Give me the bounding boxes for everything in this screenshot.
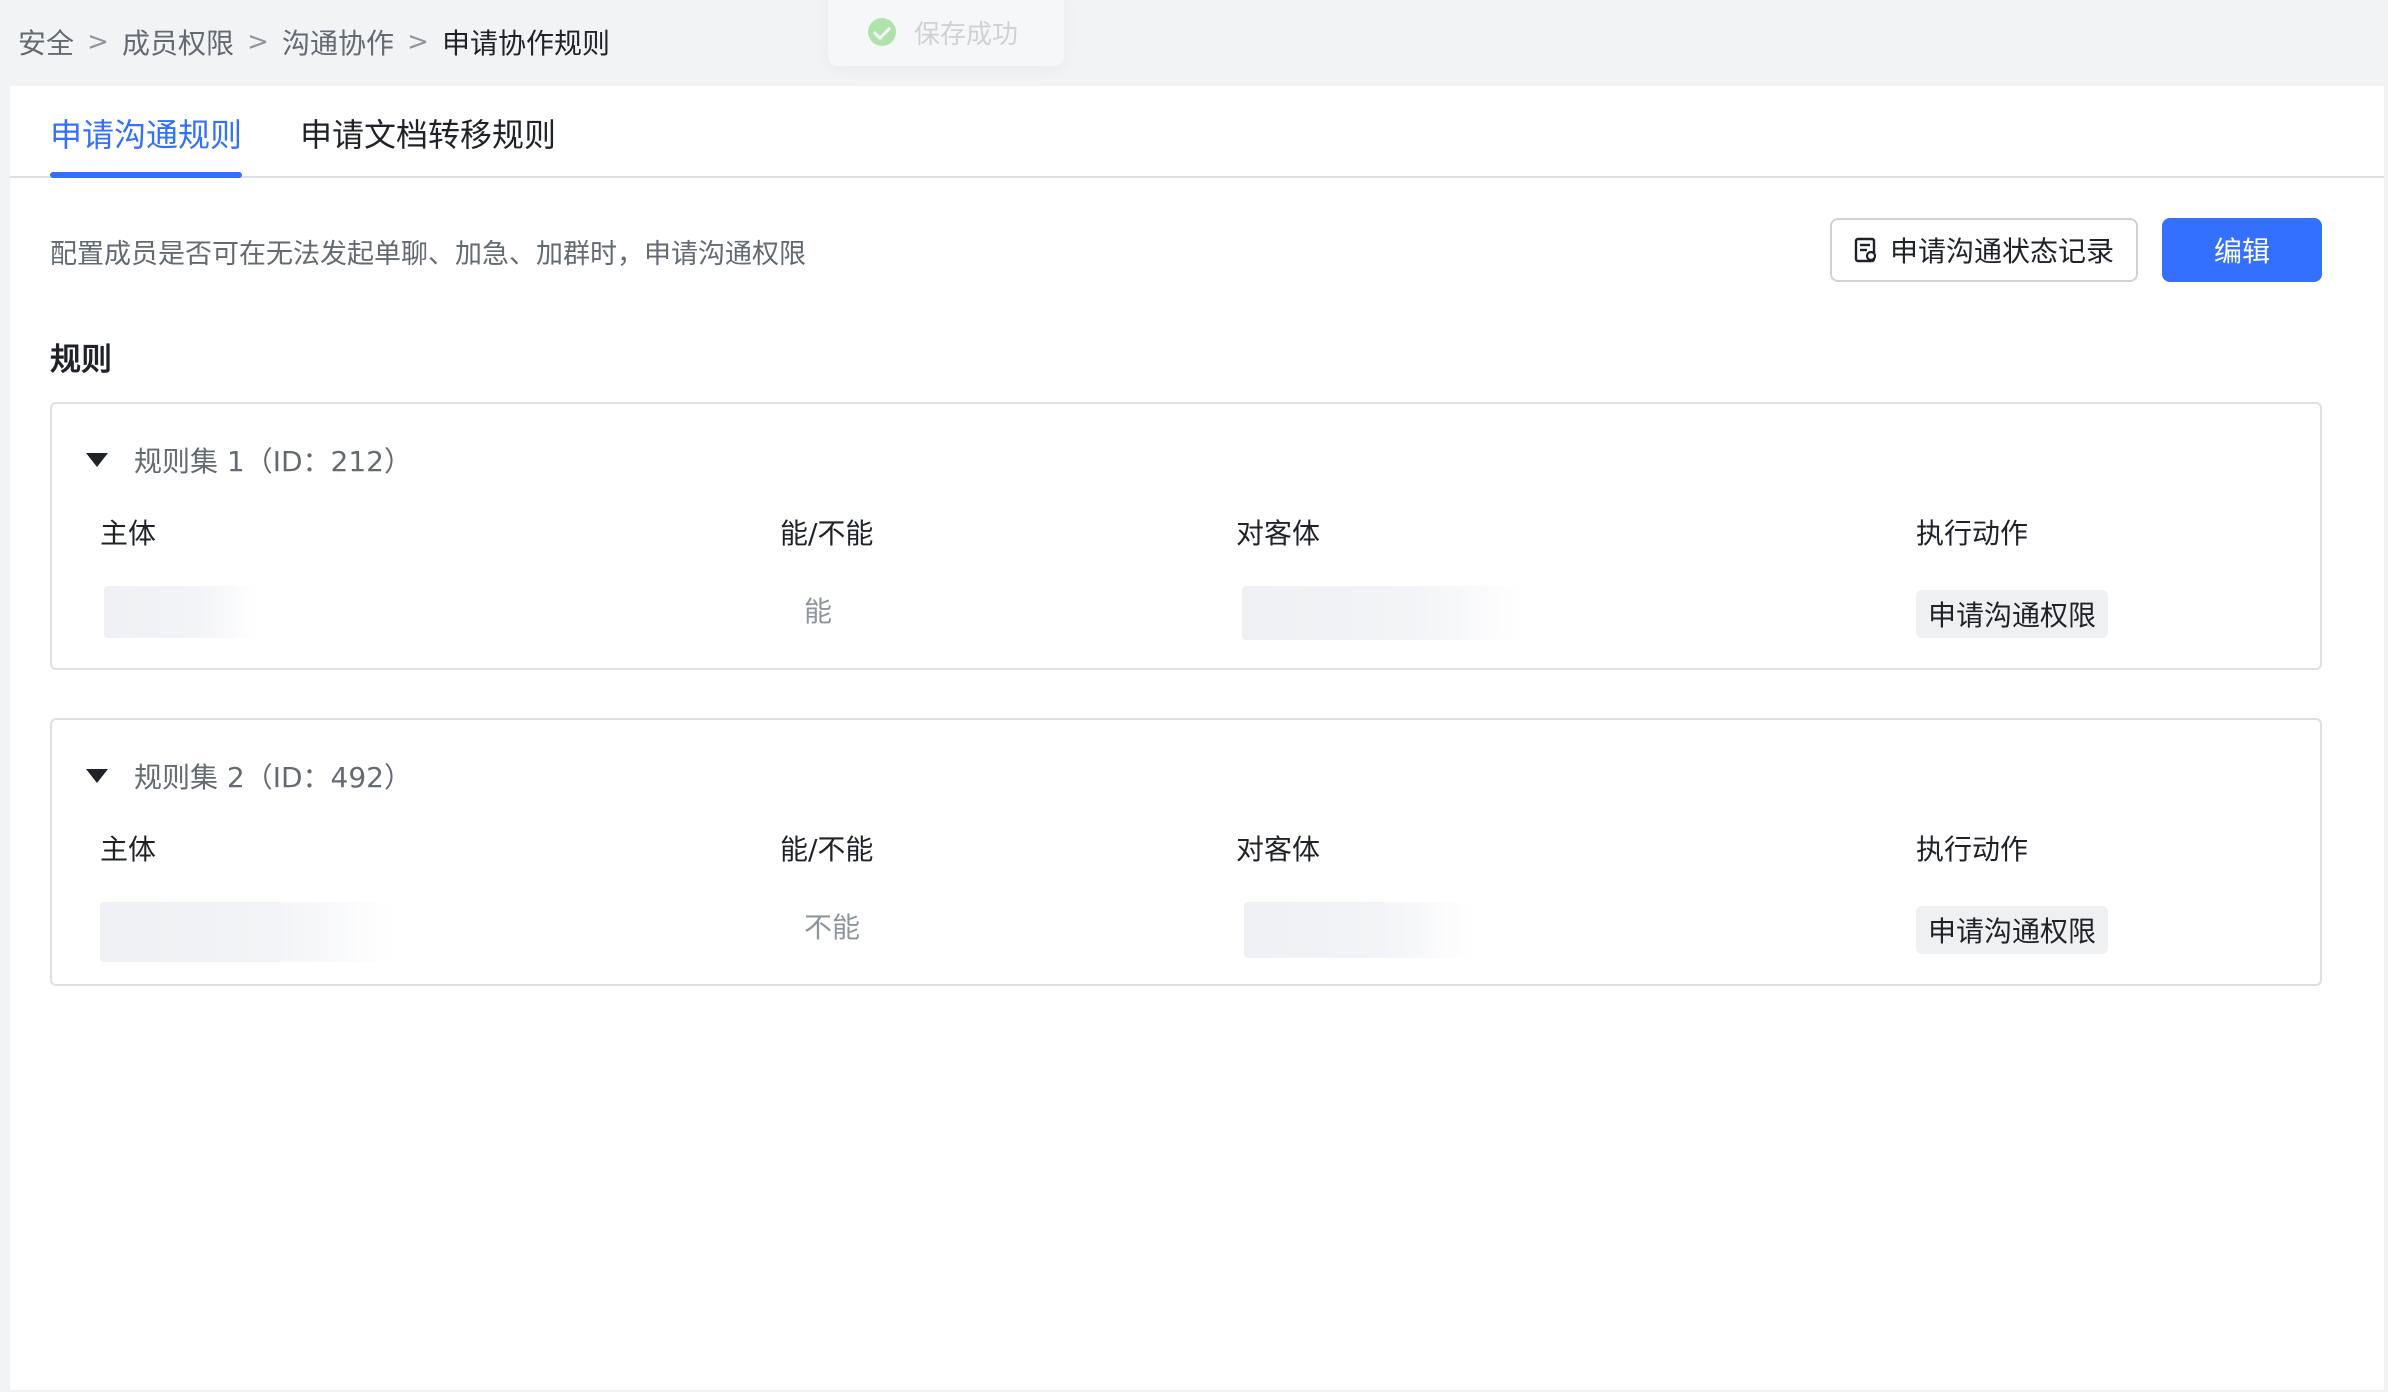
tab-apply-communication-rules[interactable]: 申请沟通规则	[50, 110, 242, 156]
success-toast: 保存成功	[828, 0, 1064, 66]
edit-button[interactable]: 编辑	[2162, 218, 2322, 282]
caret-down-icon	[86, 453, 108, 467]
can-value: 不能	[804, 911, 861, 944]
main-panel: 申请沟通规则 申请文档转移规则 配置成员是否可在无法发起单聊、加急、加群时，申请…	[10, 86, 2384, 1390]
breadcrumb-item-member-permissions[interactable]: 成员权限	[122, 22, 234, 62]
column-action: 执行动作	[1916, 833, 2029, 866]
column-object: 对客体	[1236, 517, 1321, 550]
page-description: 配置成员是否可在无法发起单聊、加急、加群时，申请沟通权限	[50, 239, 806, 270]
column-object: 对客体	[1236, 833, 1321, 866]
breadcrumb: 安全 > 成员权限 > 沟通协作 > 申请协作规则	[18, 22, 610, 62]
column-can-cannot: 能/不能	[780, 517, 874, 550]
ruleset-title: 规则集 1（ID：212）	[134, 445, 412, 478]
tab-bar: 申请沟通规则 申请文档转移规则	[10, 86, 2384, 178]
redacted-subject	[100, 902, 396, 962]
action-tag: 申请沟通权限	[1916, 590, 2109, 638]
breadcrumb-item-current: 申请协作规则	[442, 27, 611, 60]
column-subject: 主体	[100, 517, 157, 550]
column-can-cannot: 能/不能	[780, 833, 874, 866]
can-value: 能	[804, 595, 833, 628]
active-tab-indicator	[50, 172, 242, 178]
redacted-object	[1242, 586, 1526, 640]
status-log-label: 申请沟通状态记录	[1889, 236, 2114, 267]
check-circle-icon	[868, 18, 896, 46]
ruleset-title: 规则集 2（ID：492）	[134, 761, 412, 794]
chevron-right-icon: >	[407, 27, 429, 57]
chevron-right-icon: >	[87, 27, 109, 57]
ruleset-toggle[interactable]: 规则集 2（ID：492）	[86, 756, 412, 796]
action-tag: 申请沟通权限	[1916, 906, 2109, 954]
redacted-object	[1244, 902, 1474, 958]
breadcrumb-item-security[interactable]: 安全	[18, 22, 74, 62]
document-list-icon	[1854, 237, 1877, 263]
ruleset-card: 规则集 1（ID：212） 主体 能/不能 对客体 执行动作 能 申请沟通权限	[50, 402, 2322, 670]
tab-apply-doc-transfer-rules[interactable]: 申请文档转移规则	[300, 110, 556, 156]
ruleset-card: 规则集 2（ID：492） 主体 能/不能 对客体 执行动作 不能 申请沟通权限	[50, 718, 2322, 986]
caret-down-icon	[86, 769, 108, 783]
column-subject: 主体	[100, 833, 157, 866]
section-title-rules: 规则	[50, 342, 112, 378]
toast-text: 保存成功	[914, 19, 1019, 50]
redacted-subject	[104, 586, 258, 638]
breadcrumb-item-communication[interactable]: 沟通协作	[282, 22, 394, 62]
chevron-right-icon: >	[247, 27, 269, 57]
ruleset-toggle[interactable]: 规则集 1（ID：212）	[86, 440, 412, 480]
column-action: 执行动作	[1916, 517, 2029, 550]
status-log-button[interactable]: 申请沟通状态记录	[1830, 218, 2138, 282]
